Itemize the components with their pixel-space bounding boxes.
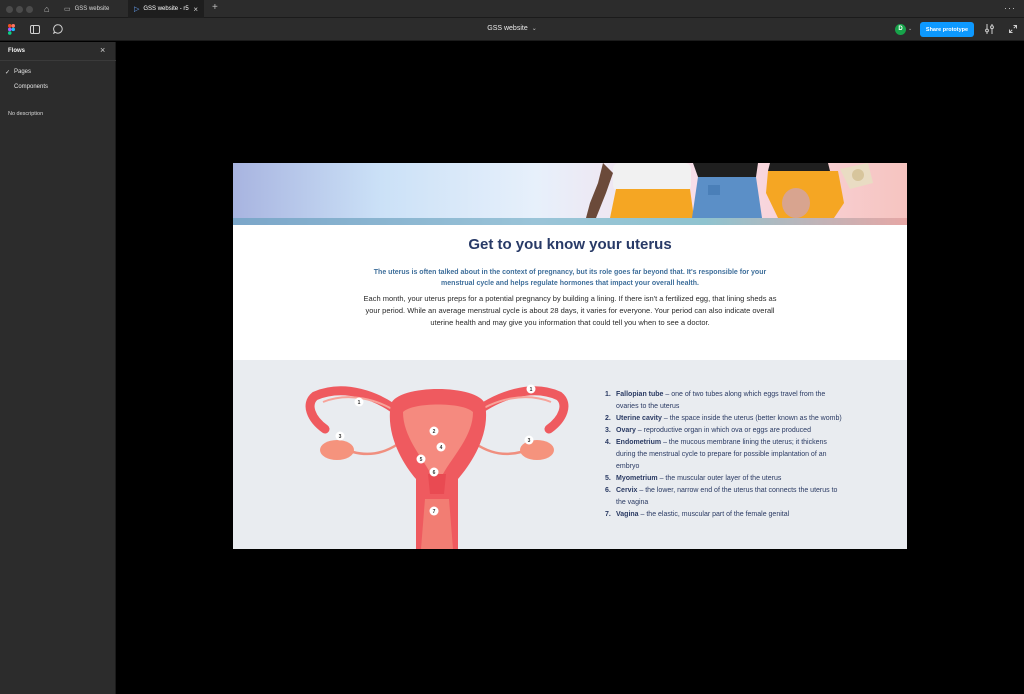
- lead-paragraph: The uterus is often talked about in the …: [373, 269, 767, 287]
- prototype-frame[interactable]: Get to you know your uterus The uterus i…: [233, 163, 907, 549]
- diagram-label: 7: [433, 509, 436, 515]
- window-zoom-dot[interactable]: [26, 6, 33, 13]
- tab-label: GSS website - r5: [143, 6, 189, 12]
- list-item: 1. Fallopian tube – one of two tubes alon…: [605, 391, 826, 410]
- play-icon: ▷: [134, 6, 140, 13]
- avatar[interactable]: D: [895, 24, 906, 35]
- window-minimize-dot[interactable]: [16, 6, 23, 13]
- book-icon: ▭: [64, 6, 71, 13]
- body-paragraph: Each month, your uterus preps for a pote…: [363, 294, 777, 327]
- diagram-label: 5: [420, 457, 423, 463]
- hero-models-image: [586, 163, 873, 218]
- diagram-label: 3: [528, 438, 531, 444]
- settings-sliders-icon[interactable]: [984, 24, 995, 34]
- window-tab-bar: ⌂ ▭ GSS website ▷ GSS website - r5 × + ·…: [0, 0, 1024, 18]
- diagram-label: 2: [433, 429, 436, 435]
- flows-sidebar: Flows × ✓ Pages Components No descriptio…: [0, 42, 116, 694]
- list-item: 5. Myometrium – the muscular outer layer …: [605, 475, 782, 482]
- chevron-down-icon: ⌄: [531, 26, 537, 32]
- share-prototype-button[interactable]: Share prototype: [920, 22, 974, 37]
- list-item: 4. Endometrium – the mucous membrane lini…: [605, 439, 827, 470]
- tab-gss-website[interactable]: ▭ GSS website: [58, 0, 128, 18]
- diagram-label: 6: [433, 470, 436, 476]
- chevron-down-icon[interactable]: ⌄: [908, 26, 912, 32]
- expand-icon[interactable]: [1009, 25, 1017, 33]
- sidebar-title: Flows: [8, 48, 26, 54]
- hero-banner: [233, 163, 907, 218]
- page-title: Get to you know your uterus: [468, 236, 672, 253]
- close-tab-icon[interactable]: ×: [193, 5, 198, 14]
- diagram-label: 1: [530, 387, 533, 393]
- hero-divider-strip: [233, 218, 907, 225]
- file-title-menu[interactable]: GSS website ⌄: [0, 25, 1024, 32]
- window-close-dot[interactable]: [6, 6, 13, 13]
- home-icon[interactable]: ⌂: [44, 4, 49, 14]
- list-item: 6. Cervix – the lower, narrow end of the …: [605, 487, 838, 506]
- prototype-toolbar: GSS website ⌄ D ⌄ Share prototype: [0, 18, 1024, 41]
- more-icon[interactable]: ···: [1004, 3, 1016, 13]
- list-item: 7. Vagina – the elastic, muscular part of…: [605, 511, 790, 518]
- anatomy-parts-list: 1. Fallopian tube – one of two tubes alon…: [605, 389, 845, 521]
- sidebar-header: Flows ×: [0, 42, 116, 61]
- diagram-label: 1: [358, 400, 361, 406]
- list-item: 2. Uterine cavity – the space inside the …: [605, 415, 842, 422]
- diagram-label: 3: [339, 434, 342, 440]
- tab-gss-website-r5[interactable]: ▷ GSS website - r5 ×: [128, 0, 204, 18]
- new-tab-icon[interactable]: +: [212, 3, 218, 13]
- close-icon[interactable]: ×: [100, 45, 105, 55]
- list-item: 3. Ovary – reproductive organ in which ov…: [605, 427, 811, 434]
- checkmark-icon: ✓: [5, 70, 11, 76]
- diagram-label: 4: [440, 445, 443, 451]
- sidebar-item-pages[interactable]: Pages: [14, 69, 31, 75]
- flow-description: No description: [8, 111, 44, 117]
- sidebar-item-components[interactable]: Components: [14, 84, 48, 90]
- tab-label: GSS website: [74, 6, 110, 12]
- file-title: GSS website: [487, 25, 528, 32]
- uterus-diagram: 1 1 2 3 3 4 5 6 7: [305, 384, 569, 549]
